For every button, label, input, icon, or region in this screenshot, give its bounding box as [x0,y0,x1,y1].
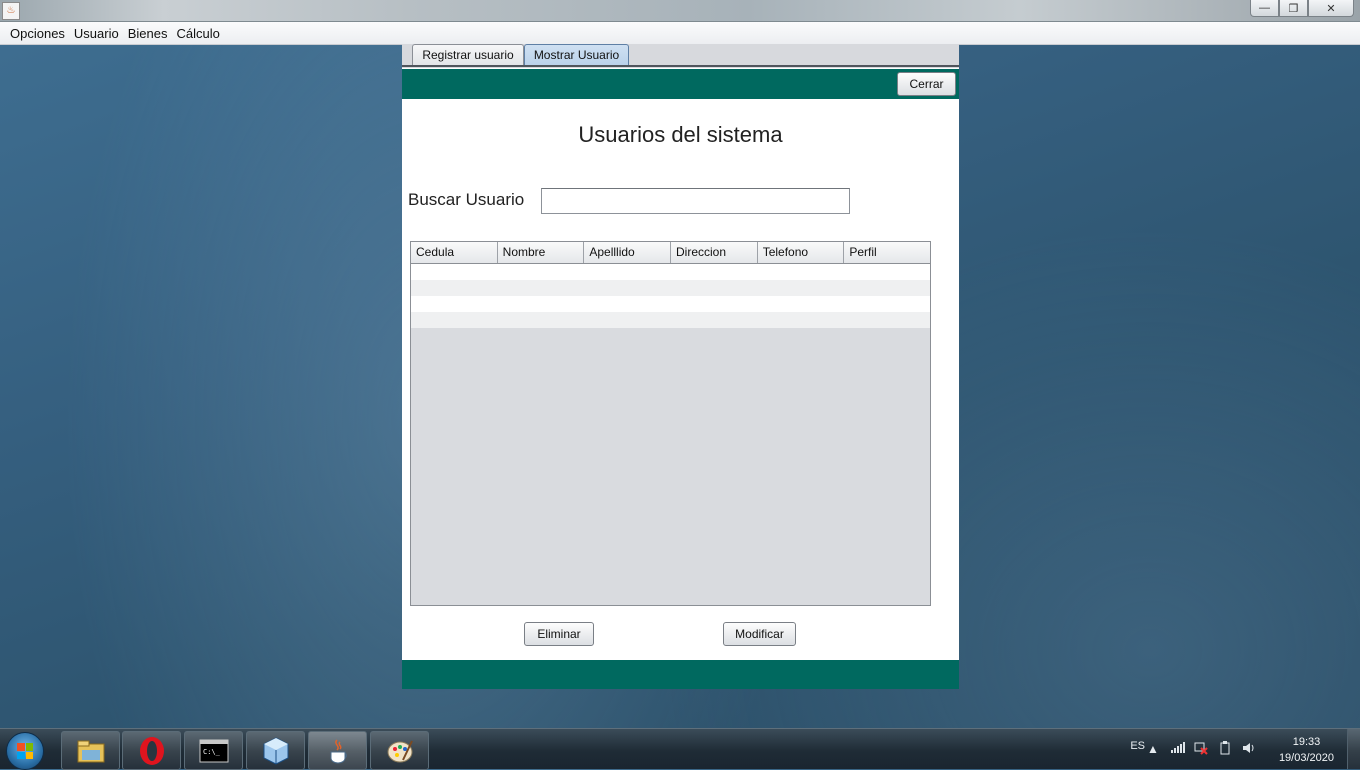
java-app-icon: ♨ [2,2,20,20]
command-prompt-icon[interactable]: C:\_ [184,731,243,770]
tab-divider [402,65,959,67]
tab-mostrar-usuario[interactable]: Mostrar Usuario [524,44,629,67]
column-header-cedula[interactable]: Cedula [411,242,498,263]
tab-registrar-usuario[interactable]: Registrar usuario [412,44,524,66]
clock-time: 19:33 [1292,736,1321,748]
network-disconnected-icon[interactable] [1193,741,1209,757]
table-header: Cedula Nombre Apelllido Direccion Telefo… [411,242,930,264]
column-header-telefono[interactable]: Telefono [758,242,845,263]
close-window-button[interactable]: ✕ [1308,0,1354,17]
taskbar: C:\_ ES ▲ 19:33 19/03/2020 [0,728,1360,770]
file-explorer-icon[interactable] [61,731,120,770]
usb-device-icon[interactable] [1217,741,1233,757]
table-row[interactable] [411,312,930,328]
menu-bar: Opciones Usuario Bienes Cálculo [0,22,1360,45]
modificar-button[interactable]: Modificar [723,622,796,646]
minimize-button[interactable]: — [1250,0,1279,17]
start-button[interactable] [6,732,44,770]
table-row[interactable] [411,280,930,296]
signal-icon[interactable] [1170,741,1186,757]
clock[interactable]: 19:33 19/03/2020 [1279,734,1334,766]
column-header-apellido[interactable]: Apelllido [584,242,672,263]
cerrar-button[interactable]: Cerrar [897,72,956,96]
menu-usuario[interactable]: Usuario [70,26,123,41]
eliminar-button[interactable]: Eliminar [524,622,594,646]
table-row[interactable] [411,296,930,312]
show-hidden-icons-icon[interactable]: ▲ [1145,741,1161,757]
svg-text:C:\_: C:\_ [203,748,221,756]
column-header-perfil[interactable]: Perfil [844,242,930,263]
restore-button[interactable]: ❐ [1279,0,1308,17]
language-indicator[interactable]: ES [1130,740,1145,752]
search-label: Buscar Usuario [408,190,525,209]
header-bar: Cerrar [402,69,959,99]
system-tray: ES ▲ 19:33 19/03/2020 [1100,729,1360,769]
windows-logo-icon [17,743,33,759]
window-controls: — ❐ ✕ [1250,0,1354,18]
java-icon[interactable] [308,731,367,770]
column-header-direccion[interactable]: Direccion [671,242,758,263]
menu-calculo[interactable]: Cálculo [172,26,223,41]
users-panel: Registrar usuario Mostrar Usuario Cerrar… [402,44,959,689]
page-title: Usuarios del sistema [578,122,783,147]
search-input[interactable] [541,188,850,214]
column-header-nombre[interactable]: Nombre [498,242,585,263]
opera-icon[interactable] [122,731,181,770]
table-row[interactable] [411,264,930,280]
tab-strip: Registrar usuario Mostrar Usuario [402,44,959,68]
footer-bar [402,660,959,689]
volume-icon[interactable] [1241,741,1257,757]
window-title-bar[interactable]: ♨ — ❐ ✕ [0,0,1360,22]
virtualbox-icon[interactable] [246,731,305,770]
show-desktop-button[interactable] [1347,729,1360,769]
menu-bienes[interactable]: Bienes [124,26,172,41]
paint-icon[interactable] [370,731,429,770]
menu-opciones[interactable]: Opciones [6,26,69,41]
clock-date: 19/03/2020 [1278,752,1334,764]
users-table[interactable]: Cedula Nombre Apelllido Direccion Telefo… [410,241,931,606]
